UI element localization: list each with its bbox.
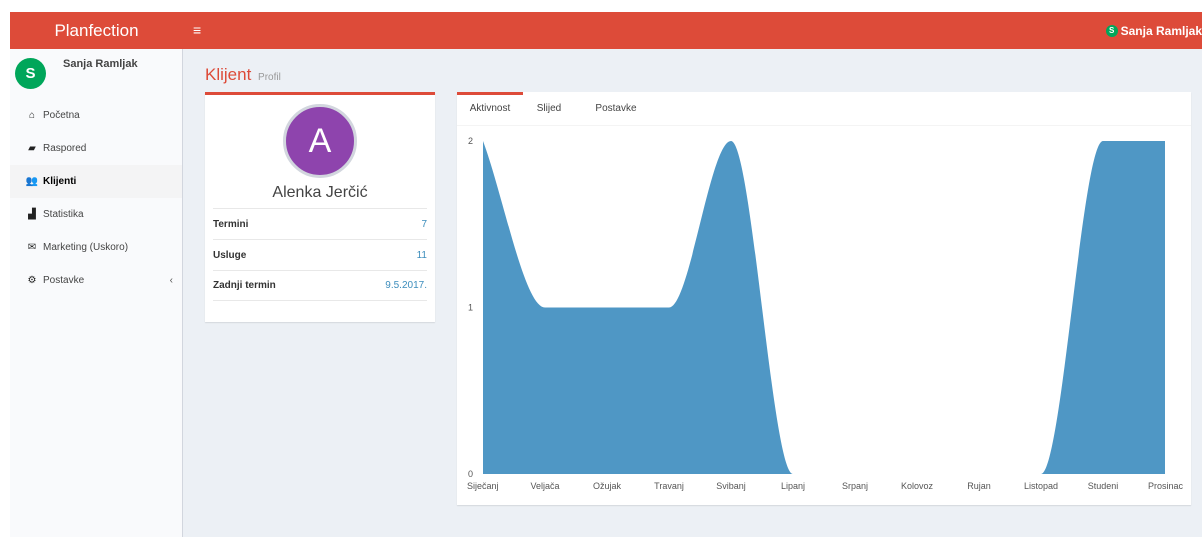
page-subtitle: Profil <box>258 72 281 83</box>
sidebar-item-label: Klijenti <box>43 176 77 187</box>
book-icon: ▰ <box>28 143 36 154</box>
stat-label: Usluge <box>213 249 247 261</box>
client-stats-list: Termini 7 Usluge 11 Zadnji termin 9.5.20… <box>213 208 427 301</box>
sidebar-item-statistika[interactable]: ▟ Statistika <box>10 198 182 231</box>
activity-panel: Aktivnost Slijed Postavke 0 1 2 Siječanj Vel… <box>457 92 1191 505</box>
sidebar-item-postavke[interactable]: ⚙ Postavke ‹ <box>10 264 182 297</box>
user-mini-avatar: S <box>1105 24 1118 37</box>
y-tick-label: 2 <box>468 136 473 146</box>
x-tick-label: Studeni <box>1088 481 1119 491</box>
sidebar: S Sanja Ramljak ⌂ Početna ▰ Raspored 👥 K… <box>10 49 183 537</box>
stat-value[interactable]: 7 <box>421 219 427 230</box>
x-tick-label: Travanj <box>654 481 684 491</box>
stat-value[interactable]: 9.5.2017. <box>385 280 427 291</box>
y-tick-label: 1 <box>468 303 473 313</box>
activity-area-chart: 0 1 2 Siječanj Veljača Ožujak Travanj Svibanj Li… <box>467 136 1184 491</box>
sidebar-item-label: Postavke <box>43 275 85 286</box>
menu-toggle-icon[interactable]: ≡ <box>193 12 201 49</box>
x-tick-label: Ožujak <box>593 481 622 491</box>
area-chart-icon: ▟ <box>28 209 36 220</box>
sidebar-item-pocetna[interactable]: ⌂ Početna <box>10 99 182 132</box>
users-icon: 👥 <box>25 176 39 187</box>
sidebar-item-label: Statistika <box>43 209 84 220</box>
page-title-text: Klijent <box>205 65 252 84</box>
sidebar-item-label: Početna <box>43 110 80 121</box>
x-tick-label: Srpanj <box>842 481 868 491</box>
user-panel-name: Sanja Ramljak <box>63 58 138 70</box>
user-menu-name: Sanja Ramljak <box>1120 23 1202 38</box>
stat-value[interactable]: 11 <box>417 250 427 261</box>
y-tick-label: 0 <box>468 469 473 479</box>
x-tick-label: Lipanj <box>781 481 805 491</box>
client-name: Alenka Jerčić <box>272 184 368 201</box>
home-icon: ⌂ <box>28 110 36 121</box>
sidebar-menu: ⌂ Početna ▰ Raspored 👥 Klijenti ▟ Statis… <box>10 99 182 297</box>
brand-logo[interactable]: Planfection <box>10 12 183 49</box>
tab-postavke[interactable]: Postavke <box>587 92 645 126</box>
sidebar-item-label: Raspored <box>43 143 87 154</box>
window-top-strip <box>0 0 1202 12</box>
tab-bar: Aktivnost Slijed Postavke <box>457 92 1191 126</box>
tab-slijed[interactable]: Slijed <box>527 92 571 126</box>
x-tick-label: Svibanj <box>716 481 746 491</box>
sidebar-item-klijenti[interactable]: 👥 Klijenti <box>10 165 182 198</box>
avatar: S <box>15 58 46 89</box>
x-tick-label: Prosinac <box>1148 481 1184 491</box>
sidebar-item-raspored[interactable]: ▰ Raspored <box>10 132 182 165</box>
x-tick-label: Siječanj <box>467 481 499 491</box>
client-profile-card: A Alenka Jerčić Termini 7 Usluge 11 Zadn… <box>205 92 435 322</box>
x-tick-label: Listopad <box>1024 481 1058 491</box>
x-tick-label: Kolovoz <box>901 481 934 491</box>
stat-label: Zadnji termin <box>213 280 276 291</box>
chevron-left-icon: ‹ <box>169 275 173 286</box>
stat-label: Termini <box>213 218 249 230</box>
page-title: Klijent Profil <box>205 65 281 85</box>
x-tick-label: Rujan <box>967 481 991 491</box>
main-header: Planfection ≡ S Sanja Ramljak <box>10 12 1202 49</box>
cogs-icon: ⚙ <box>27 275 37 286</box>
series-area[interactable] <box>483 141 1165 474</box>
stat-row-usluge: Usluge 11 <box>213 239 427 270</box>
app-window: Planfection ≡ S Sanja Ramljak S Sanja Ra… <box>10 12 1202 537</box>
stat-row-zadnji-termin: Zadnji termin 9.5.2017. <box>213 270 427 301</box>
envelope-icon: ✉ <box>27 242 37 253</box>
sidebar-item-marketing[interactable]: ✉ Marketing (Uskoro) <box>10 231 182 264</box>
user-panel: S Sanja Ramljak <box>10 49 182 99</box>
x-tick-label: Veljača <box>530 481 559 491</box>
client-avatar: A <box>283 104 357 178</box>
tab-aktivnost[interactable]: Aktivnost <box>457 92 523 126</box>
user-menu[interactable]: S Sanja Ramljak <box>1105 12 1202 49</box>
sidebar-item-label: Marketing (Uskoro) <box>43 242 129 253</box>
stat-row-termini: Termini 7 <box>213 208 427 239</box>
